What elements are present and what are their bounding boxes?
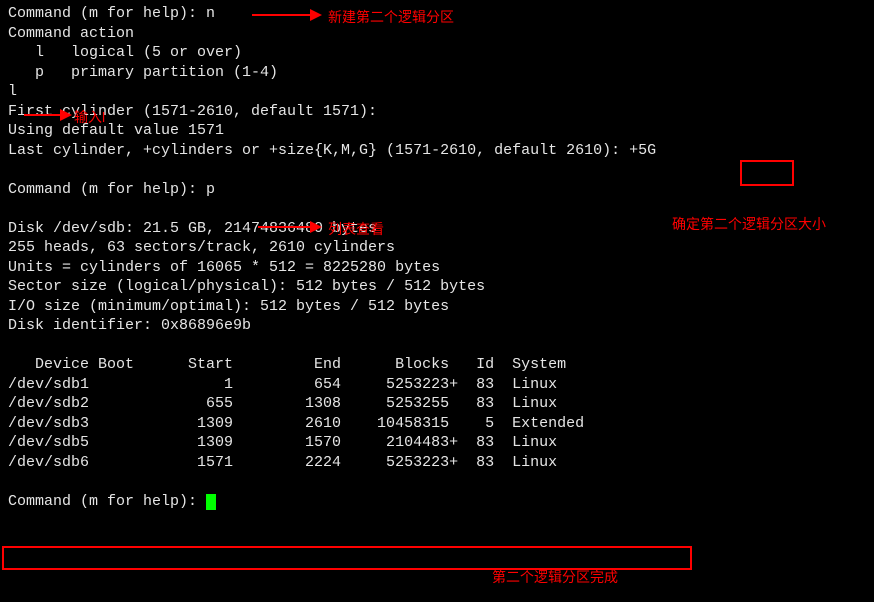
prompt: Command (m for help): xyxy=(8,493,206,510)
annotation-list-view: 列表查看 xyxy=(328,220,384,238)
cursor-icon[interactable] xyxy=(206,494,216,510)
sector-info: Sector size (logical/physical): 512 byte… xyxy=(8,277,866,297)
user-input-l: l xyxy=(8,82,866,102)
table-header: Device Boot Start End Blocks Id System xyxy=(8,355,866,375)
table-row: /dev/sdb6 1571 2224 5253223+ 83 Linux xyxy=(8,453,866,473)
option-primary: p primary partition (1-4) xyxy=(8,63,866,83)
prompt: Command (m for help): xyxy=(8,5,206,22)
option-logical: l logical (5 or over) xyxy=(8,43,866,63)
first-cylinder-line: First cylinder (1571-2610, default 1571)… xyxy=(8,102,866,122)
prompt: Command (m for help): xyxy=(8,181,206,198)
user-input-p: p xyxy=(206,181,215,198)
command-action-header: Command action xyxy=(8,24,866,44)
disk-identifier: Disk identifier: 0x86896e9b xyxy=(8,316,866,336)
last-cylinder-line: Last cylinder, +cylinders or +size{K,M,G… xyxy=(8,142,629,159)
annotation-confirm-size: 确定第二个逻辑分区大小 xyxy=(672,215,826,233)
annotation-partition-done: 第二个逻辑分区完成 xyxy=(492,568,618,586)
table-row: /dev/sdb2 655 1308 5253255 83 Linux xyxy=(8,394,866,414)
using-default-line: Using default value 1571 xyxy=(8,121,866,141)
table-row: /dev/sdb5 1309 1570 2104483+ 83 Linux xyxy=(8,433,866,453)
annotation-input-l: 输入l xyxy=(74,108,105,126)
io-info: I/O size (minimum/optimal): 512 bytes / … xyxy=(8,297,866,317)
annotation-new-partition: 新建第二个逻辑分区 xyxy=(328,8,454,26)
table-row: /dev/sdb1 1 654 5253223+ 83 Linux xyxy=(8,375,866,395)
user-input-size: +5G xyxy=(629,142,656,159)
heads-info: 255 heads, 63 sectors/track, 2610 cylind… xyxy=(8,238,866,258)
table-row: /dev/sdb3 1309 2610 10458315 5 Extended xyxy=(8,414,866,434)
user-input-n: n xyxy=(206,5,215,22)
highlight-box-row xyxy=(2,546,692,570)
terminal-output: Command (m for help): n Command action l… xyxy=(8,4,866,511)
units-info: Units = cylinders of 16065 * 512 = 82252… xyxy=(8,258,866,278)
